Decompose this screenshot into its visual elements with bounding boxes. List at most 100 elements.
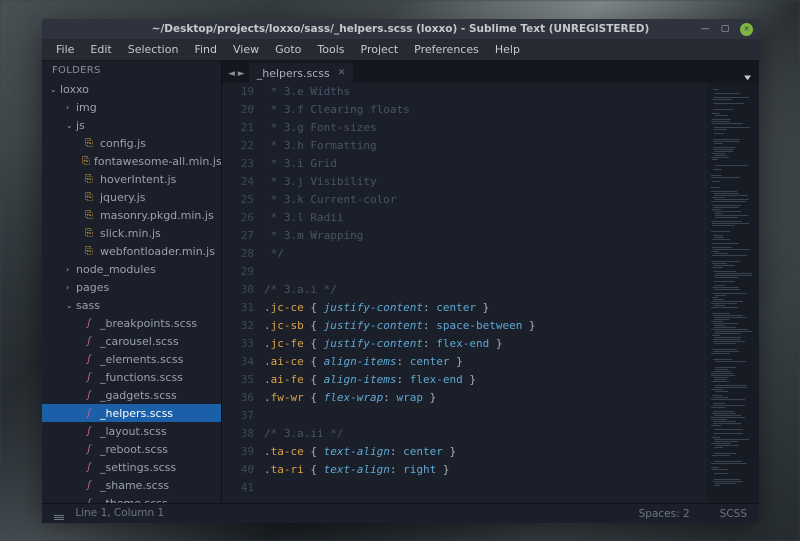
- sidebar: FOLDERS ⌄loxxo›img⌄js⎘config.js⎘fontawes…: [42, 61, 222, 503]
- tree-label: hoverIntent.js: [100, 173, 176, 186]
- sass-file-icon: ʃ: [82, 317, 96, 329]
- maximize-icon[interactable]: ▢: [720, 24, 730, 34]
- tree-row[interactable]: ʃ _breakpoints.scss: [42, 314, 221, 332]
- menu-icon[interactable]: [54, 515, 64, 520]
- tree-row[interactable]: ›node_modules: [42, 260, 221, 278]
- menubar: FileEditSelectionFindViewGotoToolsProjec…: [42, 39, 759, 61]
- sass-file-icon: ʃ: [82, 479, 96, 491]
- content-area: FOLDERS ⌄loxxo›img⌄js⎘config.js⎘fontawes…: [42, 61, 759, 503]
- tab-label: _helpers.scss: [257, 67, 330, 80]
- tree-row[interactable]: ʃ _helpers.scss: [42, 404, 221, 422]
- tree-label: config.js: [100, 137, 146, 150]
- tree-row[interactable]: ʃ _shame.scss: [42, 476, 221, 494]
- tree-label: jquery.js: [100, 191, 146, 204]
- menu-goto[interactable]: Goto: [267, 40, 309, 59]
- code-editor[interactable]: 19 20 21 22 23 24 25 26 27 28 29 30 31 3…: [222, 83, 759, 503]
- tree-row[interactable]: ⎘masonry.pkgd.min.js: [42, 206, 221, 224]
- menu-edit[interactable]: Edit: [82, 40, 119, 59]
- tree-label: img: [76, 101, 97, 114]
- caret-icon: ⌄: [66, 121, 76, 130]
- line-gutter: 19 20 21 22 23 24 25 26 27 28 29 30 31 3…: [222, 83, 264, 503]
- menu-find[interactable]: Find: [186, 40, 225, 59]
- tree-row[interactable]: ʃ_settings.scss: [42, 458, 221, 476]
- close-icon[interactable]: [740, 23, 753, 36]
- statusbar: Line 1, Column 1 Spaces: 2 SCSS: [42, 503, 759, 523]
- tree-label: node_modules: [76, 263, 156, 276]
- tree-label: masonry.pkgd.min.js: [100, 209, 214, 222]
- sass-file-icon: ʃ: [82, 389, 96, 401]
- window-controls: — ▢: [700, 23, 753, 36]
- tree-row[interactable]: ⎘ hoverIntent.js: [42, 170, 221, 188]
- tree-label: loxxo: [60, 83, 89, 96]
- caret-icon: ⌄: [66, 301, 76, 310]
- tree-row[interactable]: ʃ_layout.scss: [42, 422, 221, 440]
- tab-nav-arrows[interactable]: ◄ ►: [228, 69, 249, 83]
- tree-label: slick.min.js: [100, 227, 161, 240]
- menu-preferences[interactable]: Preferences: [406, 40, 487, 59]
- chevron-down-icon[interactable]: ▼: [744, 75, 751, 82]
- sidebar-header: FOLDERS: [42, 61, 221, 80]
- sass-file-icon: ʃ: [82, 443, 96, 455]
- tree-label: fontawesome-all.min.js: [94, 155, 221, 168]
- tree-row[interactable]: ⎘ webfontloader.min.js: [42, 242, 221, 260]
- tree-row[interactable]: ʃ _gadgets.scss: [42, 386, 221, 404]
- caret-icon: ⌄: [50, 85, 60, 94]
- titlebar[interactable]: ~/Desktop/projects/loxxo/sass/_helpers.s…: [42, 19, 759, 39]
- tree-row[interactable]: ⌄loxxo: [42, 80, 221, 98]
- tree-row[interactable]: ⎘ slick.min.js: [42, 224, 221, 242]
- js-file-icon: ⎘: [82, 191, 96, 203]
- tree-label: _helpers.scss: [100, 407, 173, 420]
- menu-help[interactable]: Help: [487, 40, 528, 59]
- status-left[interactable]: Line 1, Column 1: [54, 507, 164, 520]
- caret-icon: ›: [66, 265, 76, 274]
- close-icon[interactable]: ✕: [338, 68, 346, 78]
- caret-icon: ›: [66, 103, 76, 112]
- tree-label: webfontloader.min.js: [100, 245, 215, 258]
- js-file-icon: ⎘: [82, 155, 90, 167]
- js-file-icon: ⎘: [82, 173, 96, 185]
- tree-row[interactable]: ʃ _elements.scss: [42, 350, 221, 368]
- menu-file[interactable]: File: [48, 40, 82, 59]
- tree-label: _shame.scss: [100, 479, 169, 492]
- tree-row[interactable]: ʃ _reboot.scss: [42, 440, 221, 458]
- tree-label: _reboot.scss: [100, 443, 168, 456]
- menu-tools[interactable]: Tools: [309, 40, 352, 59]
- tree-row[interactable]: ʃ_carousel.scss: [42, 332, 221, 350]
- js-file-icon: ⎘: [82, 227, 96, 239]
- tree-row[interactable]: ⎘ jquery.js: [42, 188, 221, 206]
- tree-row[interactable]: ʃ_theme.scss: [42, 494, 221, 503]
- sass-file-icon: ʃ: [82, 371, 96, 383]
- sass-file-icon: ʃ: [82, 407, 96, 419]
- menu-view[interactable]: View: [225, 40, 267, 59]
- tree-label: _elements.scss: [100, 353, 183, 366]
- menu-project[interactable]: Project: [353, 40, 407, 59]
- sass-file-icon: ʃ: [82, 461, 96, 473]
- tree-label: sass: [76, 299, 100, 312]
- tabbar: ◄ ► _helpers.scss ✕ ▼: [222, 61, 759, 83]
- tab-active[interactable]: _helpers.scss ✕: [249, 63, 354, 83]
- tree-label: _functions.scss: [100, 371, 183, 384]
- tree-label: _breakpoints.scss: [100, 317, 197, 330]
- folder-tree[interactable]: ⌄loxxo›img⌄js⎘config.js⎘fontawesome-all.…: [42, 80, 221, 503]
- tree-row[interactable]: ⌄js: [42, 116, 221, 134]
- minimap[interactable]: [707, 83, 759, 503]
- sass-file-icon: ʃ: [82, 353, 96, 365]
- tree-label: _gadgets.scss: [100, 389, 177, 402]
- js-file-icon: ⎘: [82, 245, 96, 257]
- tree-label: _layout.scss: [100, 425, 167, 438]
- menu-selection[interactable]: Selection: [120, 40, 187, 59]
- tree-row[interactable]: ⌄sass: [42, 296, 221, 314]
- code-content[interactable]: * 3.e Widths * 3.f Clearing floats * 3.g…: [264, 83, 707, 503]
- tree-row[interactable]: ʃ _functions.scss: [42, 368, 221, 386]
- tree-label: js: [76, 119, 85, 132]
- tree-row[interactable]: ⎘ fontawesome-all.min.js: [42, 152, 221, 170]
- caret-icon: ›: [66, 283, 76, 292]
- tree-row[interactable]: ⎘config.js: [42, 134, 221, 152]
- minimize-icon[interactable]: —: [700, 24, 710, 34]
- tree-label: pages: [76, 281, 109, 294]
- tree-row[interactable]: ›pages: [42, 278, 221, 296]
- window-title: ~/Desktop/projects/loxxo/sass/_helpers.s…: [152, 23, 650, 35]
- tree-row[interactable]: ›img: [42, 98, 221, 116]
- status-syntax[interactable]: SCSS: [720, 508, 747, 520]
- status-spaces[interactable]: Spaces: 2: [639, 508, 690, 520]
